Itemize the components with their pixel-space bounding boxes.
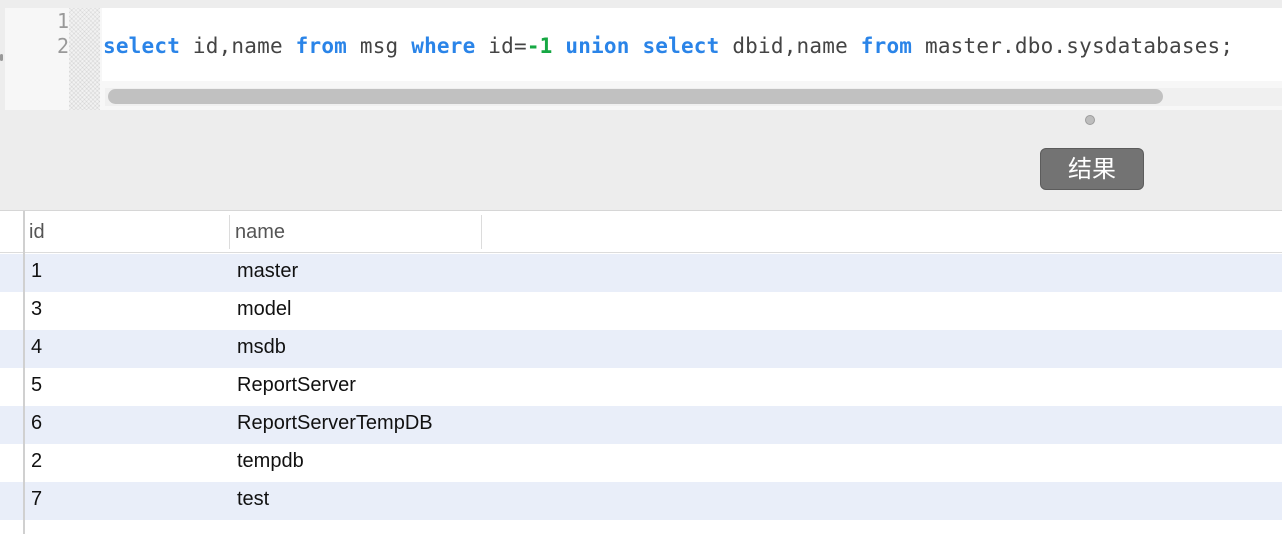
sql-text: id,name xyxy=(180,34,296,58)
result-button[interactable]: 结果 xyxy=(1040,148,1144,190)
sql-keyword: from xyxy=(860,34,913,58)
cell-id[interactable]: 3 xyxy=(31,292,42,326)
sql-text: id= xyxy=(475,34,527,58)
sql-text: master.dbo.sysdatabases; xyxy=(912,34,1234,58)
column-header-name[interactable]: name xyxy=(235,211,285,253)
grid-rows: 1 master 3 model 4 msdb 5 ReportServer 6 ReportSe… xyxy=(0,254,1282,520)
splitter-handle-icon[interactable] xyxy=(1085,115,1095,125)
column-divider[interactable] xyxy=(481,215,482,249)
table-row[interactable]: 6 ReportServerTempDB xyxy=(0,406,1282,444)
cell-id[interactable]: 7 xyxy=(31,482,42,516)
cell-name[interactable]: ReportServerTempDB xyxy=(237,406,433,440)
sql-editor[interactable]: 1 2 select id,name from msg where id=-1 … xyxy=(0,0,1282,110)
editor-edge-marker xyxy=(0,54,3,61)
grid-header: id name xyxy=(0,211,1282,253)
fold-gutter xyxy=(69,8,100,110)
table-row[interactable]: 3 model xyxy=(0,292,1282,330)
line-number: 1 xyxy=(56,9,69,33)
results-toolbar: 结果 xyxy=(0,110,1282,211)
sql-number: -1 xyxy=(526,34,553,58)
table-row[interactable]: 5 ReportServer xyxy=(0,368,1282,406)
cell-name[interactable]: msdb xyxy=(237,330,286,364)
grid-left-border xyxy=(23,211,25,534)
cell-id[interactable]: 5 xyxy=(31,368,42,402)
sql-keyword: select xyxy=(642,34,720,58)
line-number: 2 xyxy=(56,34,69,58)
sql-keyword: where xyxy=(411,34,476,58)
cell-id[interactable]: 4 xyxy=(31,330,42,364)
cell-name[interactable]: tempdb xyxy=(237,444,304,478)
results-grid[interactable]: id name 1 master 3 model 4 msdb 5 ReportServer 6… xyxy=(0,211,1282,534)
editor-body[interactable]: 1 2 select id,name from msg where id=-1 … xyxy=(5,8,1282,110)
line-number-gutter: 1 2 xyxy=(5,8,69,110)
cell-name[interactable]: model xyxy=(237,292,291,326)
cell-name[interactable]: test xyxy=(237,482,269,516)
sql-keyword: select xyxy=(103,34,181,58)
horizontal-scrollbar[interactable] xyxy=(105,88,1282,106)
cell-name[interactable]: ReportServer xyxy=(237,368,356,402)
sql-keyword: union xyxy=(565,34,630,58)
cell-name[interactable]: master xyxy=(237,254,298,288)
horizontal-scrollbar-thumb[interactable] xyxy=(108,89,1163,104)
code-area[interactable]: select id,name from msg where id=-1 unio… xyxy=(102,8,1282,81)
sql-keyword: from xyxy=(295,34,348,58)
table-row[interactable]: 7 test xyxy=(0,482,1282,520)
cell-id[interactable]: 1 xyxy=(31,254,42,288)
table-row[interactable]: 4 msdb xyxy=(0,330,1282,368)
table-row[interactable]: 2 tempdb xyxy=(0,444,1282,482)
sql-text: msg xyxy=(347,34,412,58)
column-divider[interactable] xyxy=(229,215,230,249)
column-header-id[interactable]: id xyxy=(29,211,45,253)
table-row[interactable]: 1 master xyxy=(0,254,1282,292)
cell-id[interactable]: 6 xyxy=(31,406,42,440)
sql-text: dbid,name xyxy=(719,34,861,58)
cell-id[interactable]: 2 xyxy=(31,444,42,478)
code-line-2[interactable]: select id,name from msg where id=-1 unio… xyxy=(103,33,1233,59)
